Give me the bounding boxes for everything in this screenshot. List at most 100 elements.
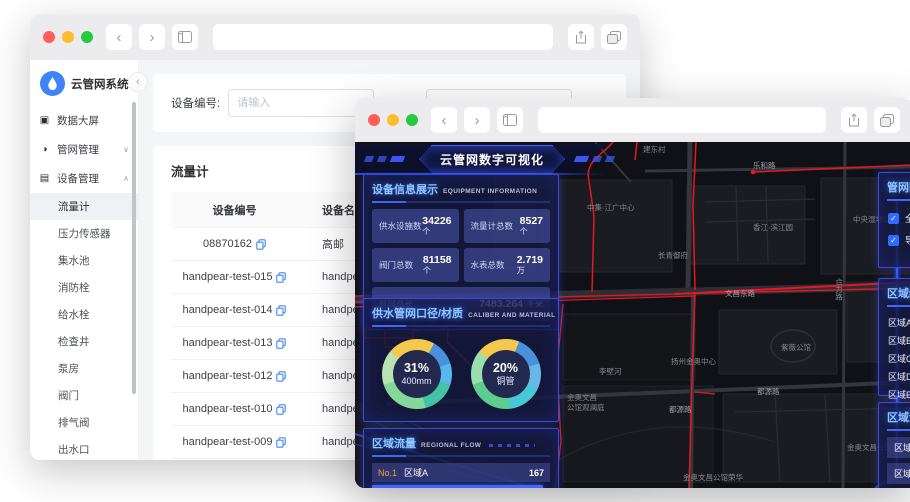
region-legend-item[interactable]: 区域E [879,385,910,403]
share-icon[interactable] [568,24,594,50]
panel-title: 区域统计 [887,288,910,300]
sidebar-subitem[interactable]: 排气阀 [30,409,138,436]
title-underline [372,201,550,203]
back-button[interactable]: ‹ [106,24,132,50]
sidebar-menu-item[interactable]: ▤ 设备管理 ∧ [30,164,138,193]
stat-cell: 流量计总数 8527 个 [463,209,550,243]
device-id: handpear-test-013 [182,337,273,350]
panel-title: 区域流量 [887,412,910,424]
sidebar-submenu: 流量计 压力传感器 集水池 消防栓 给水栓 检查井 泵房 阀门 排气阀 出水口 [30,193,138,460]
donut-label: 400mm [401,376,432,387]
map-label: 扬州金奥中心 [671,356,716,366]
sidebar-toggle-icon[interactable] [172,24,198,50]
copy-icon[interactable] [276,304,287,316]
device-id: handpear-test-015 [182,271,273,284]
device-id: 08870162 [203,238,252,251]
subitem-label: 流量计 [58,201,90,213]
sidebar-scrollbar[interactable] [132,102,136,394]
address-bar[interactable] [213,24,553,50]
sidebar-menu-item[interactable]: ◑ 管网管理 ∨ [30,135,138,164]
sidebar-subitem[interactable]: 出水口 [30,436,138,460]
back-button[interactable]: ‹ [431,107,457,133]
region-flow-row: 区域B [887,437,910,458]
panel-title: 管网图层 [887,182,910,194]
flow-rank: No.1 [378,467,398,478]
flow-bar [372,485,543,488]
minimize-button[interactable] [62,31,74,43]
subitem-label: 阀门 [58,390,79,402]
stat-value: 2.719 [516,254,543,267]
close-button[interactable] [43,31,55,43]
map-label: 乐和路 [753,160,776,170]
menu-item-icon: ◑ [41,144,48,155]
subitem-label: 给水栓 [58,309,90,321]
forward-button[interactable]: › [139,24,165,50]
region-flow-row: 区域C [887,463,910,484]
maximize-button[interactable] [81,31,93,43]
map-label: 紫薇公馆 [781,342,811,352]
device-id: handpear-test-014 [182,304,273,317]
sidebar-subitem[interactable]: 压力传感器 [30,220,138,247]
map-label: 李壁河 [599,366,622,376]
checkbox-checked-icon[interactable]: ✓ [888,212,899,224]
panel-title: 供水管网口径/材质 [372,308,464,320]
stat-value: 8527 [519,215,543,228]
layer-option[interactable]: ✓ 全选 [879,207,910,229]
sidebar-subitem[interactable]: 消防栓 [30,274,138,301]
column-header-device-id: 设备编号 [171,192,298,228]
sidebar-subitem[interactable]: 阀门 [30,382,138,409]
gis-dashboard: 建东村 乐和路 中集·江广中心 香江·滨江园 中央湿地公园 长青御府 文昌东路 合力路 扬州金奥… [355,142,910,488]
checkbox-checked-icon[interactable]: ✓ [888,234,899,246]
sidebar-collapse-button[interactable]: ‹ [128,72,148,92]
tabs-overview-icon[interactable] [874,107,900,133]
title-underline [887,429,910,431]
copy-icon[interactable] [276,271,287,283]
copy-icon[interactable] [276,436,287,448]
header-dash [573,156,590,162]
region-label: 区域B [888,335,910,346]
menu-item-label: 管网管理 [57,144,99,156]
sidebar-subitem[interactable]: 检查井 [30,328,138,355]
minimize-button[interactable] [387,114,399,126]
region-legend-item[interactable]: 区域D [879,367,910,385]
subitem-label: 集水池 [58,255,90,267]
share-icon[interactable] [841,107,867,133]
dashboard-browser-window: ‹ › 建东村 乐和路 中集·江广中心 香江·滨江园 中央湿地公园 长青御府 文… [355,98,910,488]
dashboard-header: 云管网数字可视化 [355,142,655,176]
sidebar-subitem[interactable]: 流量计 [30,193,138,220]
sidebar-subitem[interactable]: 给水栓 [30,301,138,328]
browser-chrome: ‹ › [30,14,640,60]
layer-option[interactable]: ✓ 导入 [879,229,910,251]
copy-icon[interactable] [276,337,287,349]
title-underline [372,325,550,327]
region-legend-item[interactable]: 区域B [879,331,910,349]
copy-icon[interactable] [256,238,266,250]
region-flow-label: 区域C [894,469,910,479]
title-underline [887,305,910,307]
tabs-overview-icon[interactable] [601,24,627,50]
device-id-input[interactable] [228,89,375,117]
close-button[interactable] [368,114,380,126]
region-legend-item[interactable]: 区域C [879,349,910,367]
menu-item-label: 数据大屏 [57,115,99,127]
app-title: 云管网系统 [71,78,129,91]
copy-icon[interactable] [276,403,287,415]
sidebar-subitem[interactable]: 泵房 [30,355,138,382]
title-underline [887,199,910,201]
copy-icon[interactable] [276,370,287,382]
chevron-icon: ∧ [123,174,129,183]
sidebar-toggle-icon[interactable] [497,107,523,133]
donut-percent: 20% [492,361,519,376]
traffic-lights [43,31,93,43]
region-label: 区域A [888,317,910,328]
subitem-label: 检查井 [58,336,90,348]
sidebar-subitem[interactable]: 集水池 [30,247,138,274]
region-legend-item[interactable]: 区域A [879,313,910,331]
forward-button[interactable]: › [464,107,490,133]
sidebar-menu-item[interactable]: ▣ 数据大屏 [30,106,138,135]
address-bar[interactable] [538,107,826,133]
map-label: 长青御府 [658,250,688,260]
maximize-button[interactable] [406,114,418,126]
region-label: 区域D [888,371,910,382]
map-label: 都源路 [757,386,780,396]
